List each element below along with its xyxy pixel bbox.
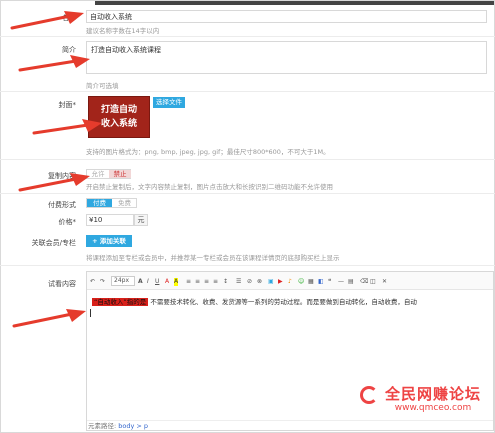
editor-statusbar: 元素路径: body > p xyxy=(87,420,493,430)
watermark: 全民网赚论坛 www.qmceo.com xyxy=(360,385,492,414)
image-icon[interactable]: ▣ xyxy=(268,278,274,286)
bg-color-icon[interactable]: A xyxy=(174,278,179,286)
pay-option-free[interactable]: 免费 xyxy=(112,199,137,207)
annotation-arrow-trial xyxy=(12,309,86,328)
watermark-url: www.qmceo.com xyxy=(394,403,472,413)
price-input[interactable]: ¥10 xyxy=(86,214,134,226)
intro-textarea[interactable]: 打造自动收入系统课程 xyxy=(86,41,487,74)
name-input[interactable]: 自动收入系统 xyxy=(86,10,487,23)
copy-hint: 开启禁止复制后，文字内容禁止复制，图片点击放大和长按识别二维码功能不允许使用 xyxy=(86,183,333,191)
emoji-icon[interactable]: ☺ xyxy=(298,278,304,286)
member-label: 关联会员/专栏 xyxy=(31,239,76,247)
annotation-arrow-cover xyxy=(32,119,102,135)
trial-label: 试看内容 xyxy=(48,280,76,288)
pay-label: 付费形式 xyxy=(48,201,76,209)
line-height-icon[interactable]: ↕ xyxy=(223,278,228,286)
preview-icon[interactable]: ◫ xyxy=(370,278,376,286)
statusbar-label: 元素路径: xyxy=(88,422,117,430)
statusbar-path[interactable]: body > p xyxy=(118,422,148,430)
redo-icon[interactable]: ↷ xyxy=(100,278,105,286)
unlink-icon[interactable]: ⊗ xyxy=(257,278,262,286)
justify-icon[interactable]: ≡ xyxy=(213,278,218,286)
font-size-select[interactable]: 24px xyxy=(111,276,135,286)
cover-hint: 支持的图片格式为：png, bmp, jpeg, jpg, gif；最佳尺寸80… xyxy=(86,148,330,156)
body-text: 不需要技术转化、收费、发货源等一系列的劳动过程。而是要做到自动转化，自动收费，自… xyxy=(150,298,417,306)
cover-label: 封面* xyxy=(58,101,77,109)
copy-option-forbid[interactable]: 禁止 xyxy=(109,170,131,178)
font-size-value: 24px xyxy=(114,277,129,284)
link-icon[interactable]: ⊘ xyxy=(247,278,252,286)
italic-icon[interactable]: I xyxy=(147,278,149,286)
price-unit: 元 xyxy=(134,214,148,226)
code-icon[interactable]: ◧ xyxy=(318,278,324,286)
pagebreak-icon[interactable]: ▤ xyxy=(348,278,354,286)
bold-icon[interactable]: A xyxy=(138,278,143,286)
pay-option-paid[interactable]: 付费 xyxy=(87,199,112,207)
watermark-title: 全民网赚论坛 xyxy=(384,385,481,403)
divider xyxy=(0,91,495,92)
annotation-arrow-copy xyxy=(18,173,90,192)
video-icon[interactable]: ▶ xyxy=(278,278,283,286)
font-color-icon[interactable]: A xyxy=(165,278,169,286)
list-icon[interactable]: ☰ xyxy=(236,278,241,286)
underline-icon[interactable]: U xyxy=(155,278,159,286)
clear-format-icon[interactable]: ⌫ xyxy=(360,278,368,286)
divider xyxy=(0,36,495,37)
align-right-icon[interactable]: ≡ xyxy=(204,278,209,286)
choose-file-button[interactable]: 选择文件 xyxy=(153,97,185,108)
align-left-icon[interactable]: ≡ xyxy=(186,278,191,286)
align-center-icon[interactable]: ≡ xyxy=(195,278,200,286)
cover-text-line1: 打造自动 xyxy=(100,105,137,115)
top-dark-bar xyxy=(95,1,494,5)
hr-icon[interactable]: — xyxy=(338,278,344,286)
price-label: 价格* xyxy=(58,218,77,226)
divider xyxy=(0,159,495,160)
undo-icon[interactable]: ↶ xyxy=(90,278,95,286)
highlighted-text: “自动收入”指的是 xyxy=(92,298,149,306)
annotation-arrow-name xyxy=(10,11,84,30)
member-hint: 将课程添加至专栏或会员中，并推荐某一专栏或会员在该课程详情页的底部购买栏上显示 xyxy=(86,254,340,262)
name-hint: 建议名称字数在14字以内 xyxy=(86,27,160,35)
fullscreen-icon[interactable]: ✕ xyxy=(382,278,387,286)
pay-toggle[interactable]: 付费 免费 xyxy=(86,198,137,208)
annotation-arrow-intro xyxy=(18,55,90,72)
divider xyxy=(0,265,495,266)
audio-icon[interactable]: ♪ xyxy=(288,278,292,286)
editor-content-line: “自动收入”指的是 不需要技术转化、收费、发货源等一系列的劳动过程。而是要做到自… xyxy=(92,296,492,308)
quote-icon[interactable]: ❝ xyxy=(328,278,331,286)
add-relation-button[interactable]: + 添加关联 xyxy=(86,235,132,247)
table-icon[interactable]: ▦ xyxy=(308,278,314,286)
watermark-logo-icon xyxy=(360,386,378,404)
intro-hint: 简介可选填 xyxy=(86,82,119,90)
